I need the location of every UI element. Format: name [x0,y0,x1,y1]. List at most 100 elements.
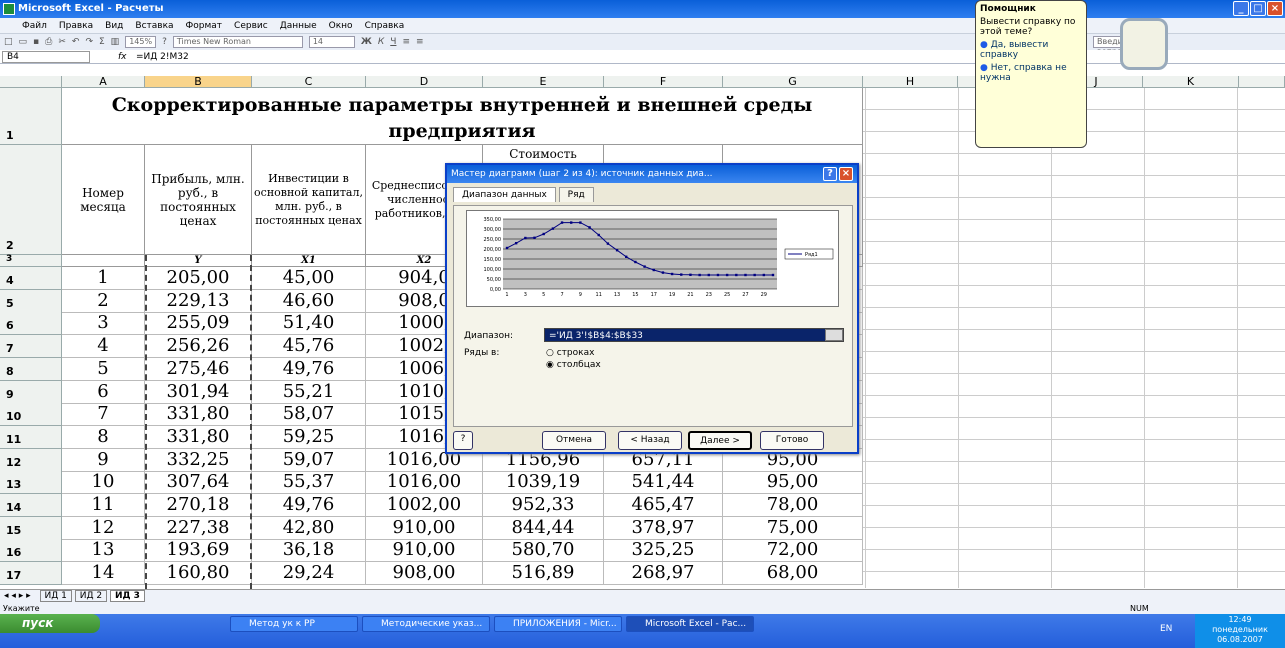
cell-B11[interactable]: 331,80 [145,425,252,449]
sheet-tab-3[interactable]: ИД 3 [110,590,145,602]
r3-c[interactable]: X1 [252,255,366,267]
cell-A15[interactable]: 12 [62,516,145,540]
dialog-help-button[interactable]: ? [823,167,837,181]
row-header-15[interactable]: 15 [0,516,62,540]
cell-D15[interactable]: 910,00 [366,516,483,540]
clippy-assistant-icon[interactable] [1120,18,1168,70]
cell-F17[interactable]: 268,97 [604,562,723,586]
row-header-16[interactable]: 16 [0,539,62,563]
menu-tools[interactable]: Сервис [234,18,268,33]
sheet-title[interactable]: Скорректированные параметры внутренней и… [62,88,863,145]
row-header-11[interactable]: 11 [0,425,62,449]
cell-C12[interactable]: 59,07 [252,448,366,472]
cell-A5[interactable]: 2 [62,289,145,313]
cell-C8[interactable]: 49,76 [252,357,366,381]
cell-D13[interactable]: 1016,00 [366,471,483,495]
cell-G17[interactable]: 68,00 [723,562,863,586]
header-investment[interactable]: Инвестиции в основной капитал, млн. руб.… [252,145,366,255]
tab-data-range[interactable]: Диапазон данных [453,187,556,202]
font-size-select[interactable]: 14 [308,36,355,48]
column-header-d[interactable]: D [366,76,483,88]
cell-A8[interactable]: 5 [62,357,145,381]
cancel-button[interactable]: Отмена [542,431,606,450]
row-header-5[interactable]: 5 [0,289,62,313]
cell-C5[interactable]: 46,60 [252,289,366,313]
cell-E14[interactable]: 952,33 [483,494,604,517]
align-left-icon[interactable]: ≡ [402,37,410,47]
column-header-c[interactable]: C [252,76,366,88]
cut-icon[interactable]: ✂ [58,37,66,47]
menu-help[interactable]: Справка [365,18,405,33]
menu-view[interactable]: Вид [105,18,123,33]
cell-A6[interactable]: 3 [62,312,145,336]
task-excel[interactable]: Microsoft Excel - Рас... [626,616,754,632]
finish-button[interactable]: Готово [760,431,824,450]
cell-B17[interactable]: 160,80 [145,562,252,586]
cell-C6[interactable]: 51,40 [252,312,366,336]
cell-B10[interactable]: 331,80 [145,403,252,427]
menu-edit[interactable]: Правка [59,18,93,33]
cell-A14[interactable]: 11 [62,494,145,517]
r3-b[interactable]: Y [145,255,252,267]
cell-F15[interactable]: 378,97 [604,516,723,540]
italic-icon[interactable]: К [378,37,384,47]
cell-E13[interactable]: 1039,19 [483,471,604,495]
close-button[interactable]: × [1267,1,1283,16]
column-header-a[interactable]: A [62,76,145,88]
cell-A9[interactable]: 6 [62,380,145,404]
sheet-tab-2[interactable]: ИД 2 [74,590,108,602]
redo-icon[interactable]: ↷ [85,37,93,47]
underline-icon[interactable]: Ч [390,37,396,47]
cell-C4[interactable]: 45,00 [252,267,366,290]
cell-C11[interactable]: 59,25 [252,425,366,449]
select-all-corner[interactable] [0,76,62,88]
cell-B16[interactable]: 193,69 [145,539,252,563]
row-header-9[interactable]: 9 [0,380,62,404]
font-select[interactable]: Times New Roman [172,36,303,48]
column-header-b[interactable]: B [145,76,252,88]
menu-data[interactable]: Данные [280,18,317,33]
assistant-option-yes[interactable]: ● Да, вывести справку [980,40,1082,60]
radio-rows[interactable]: ○ строках [546,348,594,358]
back-button[interactable]: < Назад [618,431,682,450]
cell-A11[interactable]: 8 [62,425,145,449]
row-header-13[interactable]: 13 [0,471,62,495]
range-input[interactable]: ='ИД 3'!$B$4:$B$33 [544,328,844,342]
cell-F13[interactable]: 541,44 [604,471,723,495]
minimize-button[interactable]: _ [1233,1,1249,16]
column-header-e[interactable]: E [483,76,604,88]
align-center-icon[interactable]: ≡ [416,37,424,47]
sum-icon[interactable]: Σ [99,37,105,47]
cell-B7[interactable]: 256,26 [145,335,252,359]
cell-D14[interactable]: 1002,00 [366,494,483,517]
cell-G16[interactable]: 72,00 [723,539,863,563]
cell-C15[interactable]: 42,80 [252,516,366,540]
undo-icon[interactable]: ↶ [72,37,80,47]
cell-F14[interactable]: 465,47 [604,494,723,517]
row-header-2[interactable]: 2 [0,145,62,255]
bold-icon[interactable]: Ж [361,37,372,47]
assistant-option-no[interactable]: ● Нет, справка не нужна [980,63,1082,83]
cell-A12[interactable]: 9 [62,448,145,472]
new-icon[interactable]: □ [4,37,13,47]
wizard-help-button[interactable]: ? [453,431,473,450]
task-word-2[interactable]: ПРИЛОЖЕНИЯ - Micr... [494,616,622,632]
row-header-8[interactable]: 8 [0,357,62,381]
cell-D16[interactable]: 910,00 [366,539,483,563]
dialog-close-button[interactable]: × [839,167,853,181]
cell-C10[interactable]: 58,07 [252,403,366,427]
task-folder[interactable]: Метод ук к РР [230,616,358,632]
start-button[interactable]: пуск [0,614,100,633]
cell-C9[interactable]: 55,21 [252,380,366,404]
cell-B8[interactable]: 275,46 [145,357,252,381]
row-header-14[interactable]: 14 [0,494,62,517]
chart-wizard-icon[interactable]: ▥ [111,37,120,47]
formula-input[interactable]: =ИД 2!M32 [136,50,189,64]
cell-B15[interactable]: 227,38 [145,516,252,540]
column-header-g[interactable]: G [723,76,863,88]
save-icon[interactable]: ▪ [33,37,39,47]
column-header-k[interactable]: K [1143,76,1239,88]
column-header-h[interactable]: H [863,76,958,88]
cell-A7[interactable]: 4 [62,335,145,359]
cell-C7[interactable]: 45,76 [252,335,366,359]
